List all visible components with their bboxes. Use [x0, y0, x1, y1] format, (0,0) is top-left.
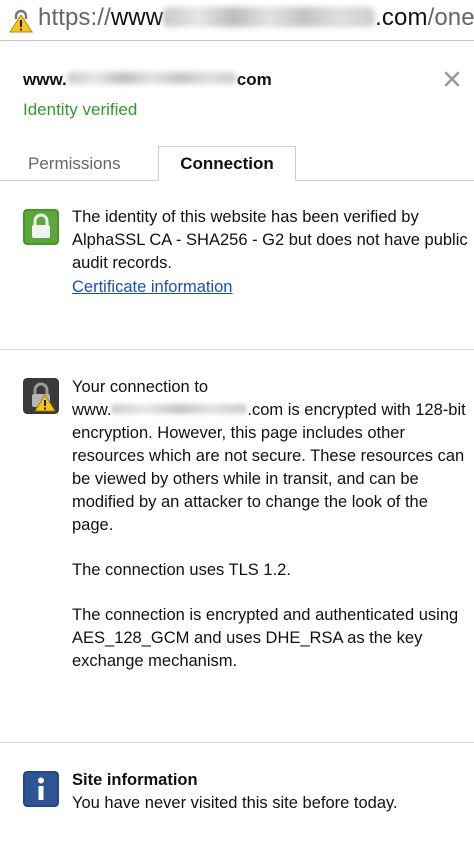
- certificate-information-link[interactable]: Certificate information: [72, 276, 232, 299]
- site-info-text: You have never visited this site before …: [72, 794, 398, 812]
- url-bar[interactable]: https://www.com/onepa: [0, 0, 474, 41]
- site-info-title: Site information: [72, 771, 198, 789]
- tls-version-text: The connection uses TLS 1.2.: [72, 561, 291, 579]
- url-text[interactable]: https://www.com/onepa: [38, 4, 474, 32]
- identity-status: Identity verified: [23, 100, 138, 119]
- lock-warning-icon: [23, 378, 59, 414]
- connection-section: Your connection to www. .com is encrypted …: [72, 376, 468, 695]
- redacted-host: [163, 7, 376, 27]
- tab-permissions[interactable]: Permissions: [28, 154, 121, 174]
- redacted-host: [66, 72, 237, 84]
- mixed-content-warning-icon[interactable]: [8, 9, 34, 33]
- tab-connection[interactable]: Connection: [158, 146, 296, 181]
- site-host: www. com: [23, 70, 272, 89]
- section-divider: [0, 742, 474, 743]
- section-divider: [0, 349, 474, 350]
- cipher-text: The connection is encrypted and authenti…: [72, 606, 459, 670]
- info-icon: [23, 771, 59, 807]
- identity-section: The identity of this website has been ve…: [72, 206, 468, 299]
- connection-text: Your connection to www. .com is encrypted …: [72, 378, 466, 534]
- redacted-host: [111, 404, 248, 414]
- identity-text: The identity of this website has been ve…: [72, 208, 468, 272]
- close-icon[interactable]: [441, 68, 463, 90]
- lock-green-icon: [23, 209, 59, 245]
- site-info-section: Site information You have never visited …: [72, 769, 468, 815]
